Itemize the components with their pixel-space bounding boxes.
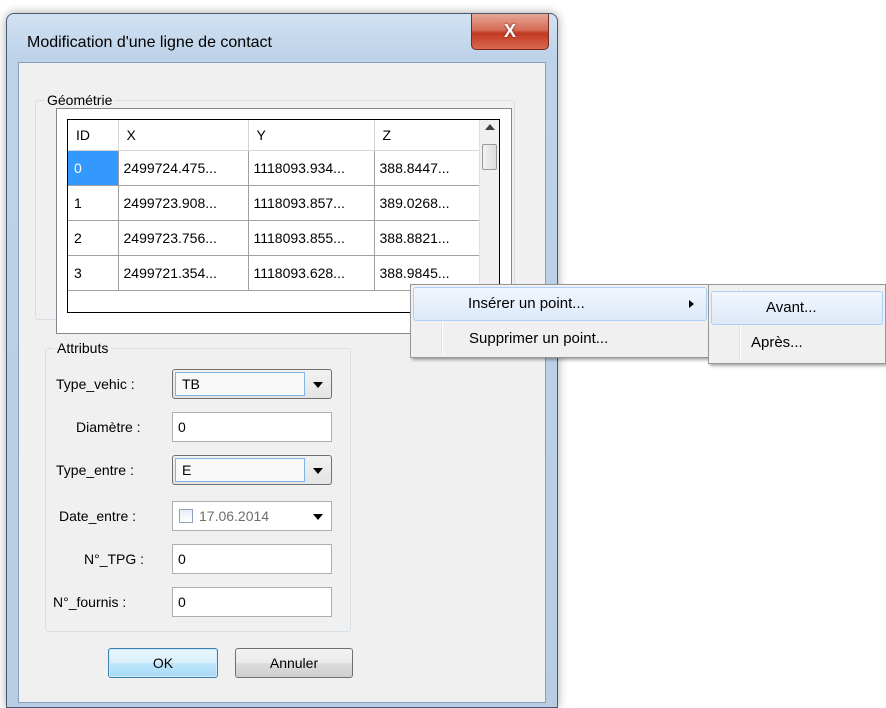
n-fournis-label: N°_fournis : (53, 594, 127, 610)
menu-item-delete-point[interactable]: Supprimer un point... (413, 323, 707, 357)
scroll-thumb[interactable] (482, 144, 497, 170)
column-header-x[interactable]: X (118, 120, 249, 151)
cell-y[interactable]: 1118093.855... (248, 220, 375, 256)
submenu-arrow-icon (689, 300, 694, 308)
type-entre-value: E (175, 458, 305, 482)
cell-z[interactable]: 388.8447... (374, 150, 480, 186)
table-header-row: ID X Y Z (68, 120, 480, 151)
date-enabled-checkbox[interactable] (179, 509, 193, 523)
n-tpg-label: N°_TPG : (84, 551, 145, 567)
cell-x[interactable]: 2499723.908... (118, 185, 249, 221)
diametre-label: Diamètre : (76, 419, 141, 435)
chevron-down-icon (313, 468, 323, 474)
cell-y[interactable]: 1118093.628... (248, 255, 375, 291)
cell-id[interactable]: 3 (68, 255, 119, 291)
ok-button[interactable]: OK (108, 648, 218, 678)
type-entre-label: Type_entre : (56, 462, 134, 478)
table-row[interactable]: 1 2499723.908... 1118093.857... 389.0268… (68, 185, 480, 221)
cell-id[interactable]: 2 (68, 220, 119, 256)
submenu-item-before[interactable]: Avant... (711, 291, 883, 325)
cell-z[interactable]: 388.8821... (374, 220, 480, 256)
type-vehic-label: Type_vehic : (56, 376, 135, 392)
type-entre-combobox[interactable]: E (172, 455, 332, 485)
close-icon: X (503, 21, 516, 41)
insert-submenu: Avant... Après... (708, 284, 886, 364)
attributes-group-label: Attributs (54, 340, 112, 356)
type-vehic-value: TB (175, 372, 305, 396)
menu-item-insert-point-label: Insérer un point... (468, 295, 585, 312)
table-row[interactable]: 2 2499723.756... 1118093.855... 388.8821… (68, 220, 480, 256)
cell-y[interactable]: 1118093.857... (248, 185, 375, 221)
scroll-up-arrow-icon[interactable] (485, 124, 495, 130)
cell-x[interactable]: 2499721.354... (118, 255, 249, 291)
column-header-y[interactable]: Y (248, 120, 375, 151)
close-button[interactable]: X (471, 14, 549, 50)
submenu-item-before-label: Avant... (766, 299, 817, 316)
cell-y[interactable]: 1118093.934... (248, 150, 375, 186)
submenu-item-after[interactable]: Après... (711, 327, 883, 361)
column-header-z[interactable]: Z (374, 120, 480, 151)
table-row[interactable]: 0 2499724.475... 1118093.934... 388.8447… (68, 150, 480, 186)
cell-id[interactable]: 0 (68, 150, 119, 186)
type-vehic-combobox[interactable]: TB (172, 369, 332, 399)
chevron-down-icon (313, 382, 323, 388)
window-title: Modification d'une ligne de contact (27, 34, 272, 51)
chevron-down-icon[interactable] (313, 514, 323, 520)
date-entre-value: 17.06.2014 (199, 508, 270, 524)
n-tpg-field[interactable]: 0 (172, 544, 332, 574)
cancel-button[interactable]: Annuler (235, 648, 353, 678)
date-entre-label: Date_entre : (59, 508, 137, 524)
menu-item-insert-point[interactable]: Insérer un point... (413, 287, 707, 321)
cell-id[interactable]: 1 (68, 185, 119, 221)
cell-z[interactable]: 389.0268... (374, 185, 480, 221)
date-entre-picker[interactable]: 17.06.2014 (172, 501, 332, 531)
points-table: ID X Y Z 0 2499724.475... 1118093.934...… (68, 120, 480, 291)
diametre-field[interactable]: 0 (172, 412, 332, 442)
geometry-group-label: Géométrie (44, 92, 116, 108)
cell-x[interactable]: 2499724.475... (118, 150, 249, 186)
cell-x[interactable]: 2499723.756... (118, 220, 249, 256)
context-menu: Insérer un point... Supprimer un point..… (410, 284, 710, 358)
submenu-item-after-label: Après... (751, 334, 803, 351)
n-fournis-field[interactable]: 0 (172, 587, 332, 617)
column-header-id[interactable]: ID (68, 120, 119, 151)
menu-item-delete-point-label: Supprimer un point... (469, 330, 609, 347)
